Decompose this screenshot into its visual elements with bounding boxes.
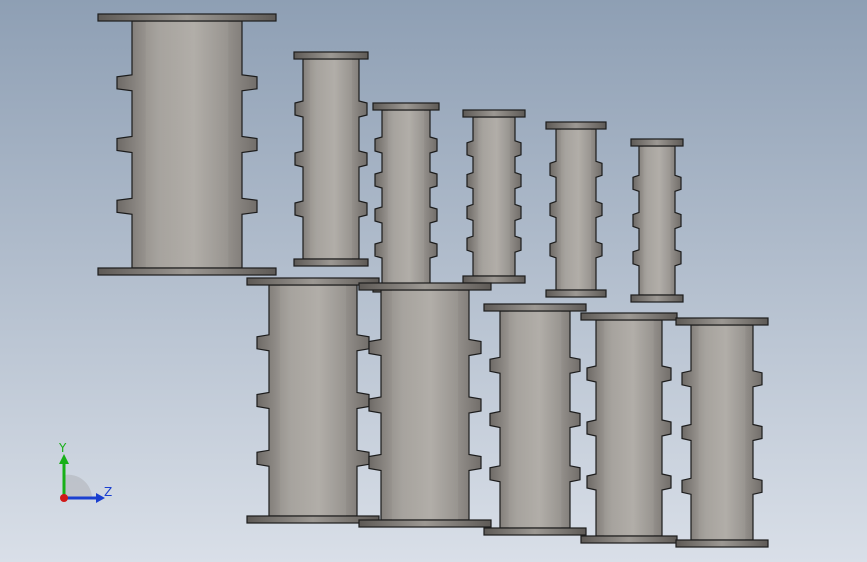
spool-11-core: [698, 325, 746, 540]
spool-6-bottom-flange: [630, 294, 684, 303]
spool-8-top-flange: [358, 282, 492, 291]
spool-1-top-flange: [97, 13, 277, 22]
spool-3-top-flange: [372, 102, 440, 111]
x-axis-icon: [60, 494, 68, 502]
spool-4-top-flange: [462, 109, 526, 118]
reference-triad: Y Z: [44, 440, 124, 510]
y-axis-label: Y: [58, 441, 67, 455]
spool-2-bottom-flange: [293, 258, 369, 267]
spool-10[interactable]: [580, 312, 678, 544]
spool-5-core: [561, 129, 591, 290]
model-scene[interactable]: [0, 0, 867, 562]
spool-2-top-flange: [293, 51, 369, 60]
spool-3-core: [388, 110, 424, 285]
spool-9-top-flange: [483, 303, 587, 312]
spool-8-bottom-flange: [358, 519, 492, 528]
spool-11-bottom-flange: [675, 539, 769, 548]
spool-10-top-flange: [580, 312, 678, 321]
triad-shadow-icon: [64, 474, 92, 498]
spool-6-top-flange: [630, 138, 684, 147]
spool-5-bottom-flange: [545, 289, 607, 298]
spool-4-core: [478, 117, 510, 276]
spool-9-core: [508, 311, 562, 528]
spool-6[interactable]: [630, 138, 684, 303]
spool-2[interactable]: [293, 51, 369, 267]
spool-5-top-flange: [545, 121, 607, 130]
y-arrow-icon: [59, 454, 69, 464]
graphics-viewport[interactable]: Y Z: [0, 0, 867, 562]
spool-10-core: [604, 320, 654, 536]
spool-3[interactable]: [372, 102, 440, 293]
spool-9-bottom-flange: [483, 527, 587, 536]
spool-10-bottom-flange: [580, 535, 678, 544]
z-axis-label: Z: [104, 485, 112, 499]
spool-1-bottom-flange: [97, 267, 277, 276]
spool-4-bottom-flange: [462, 275, 526, 284]
spool-6-core: [643, 146, 671, 295]
spool-7-core: [280, 285, 346, 516]
spool-11-top-flange: [675, 317, 769, 326]
spool-8-core: [392, 290, 458, 520]
spool-1-core: [145, 21, 229, 268]
spool-2-core: [310, 59, 352, 259]
